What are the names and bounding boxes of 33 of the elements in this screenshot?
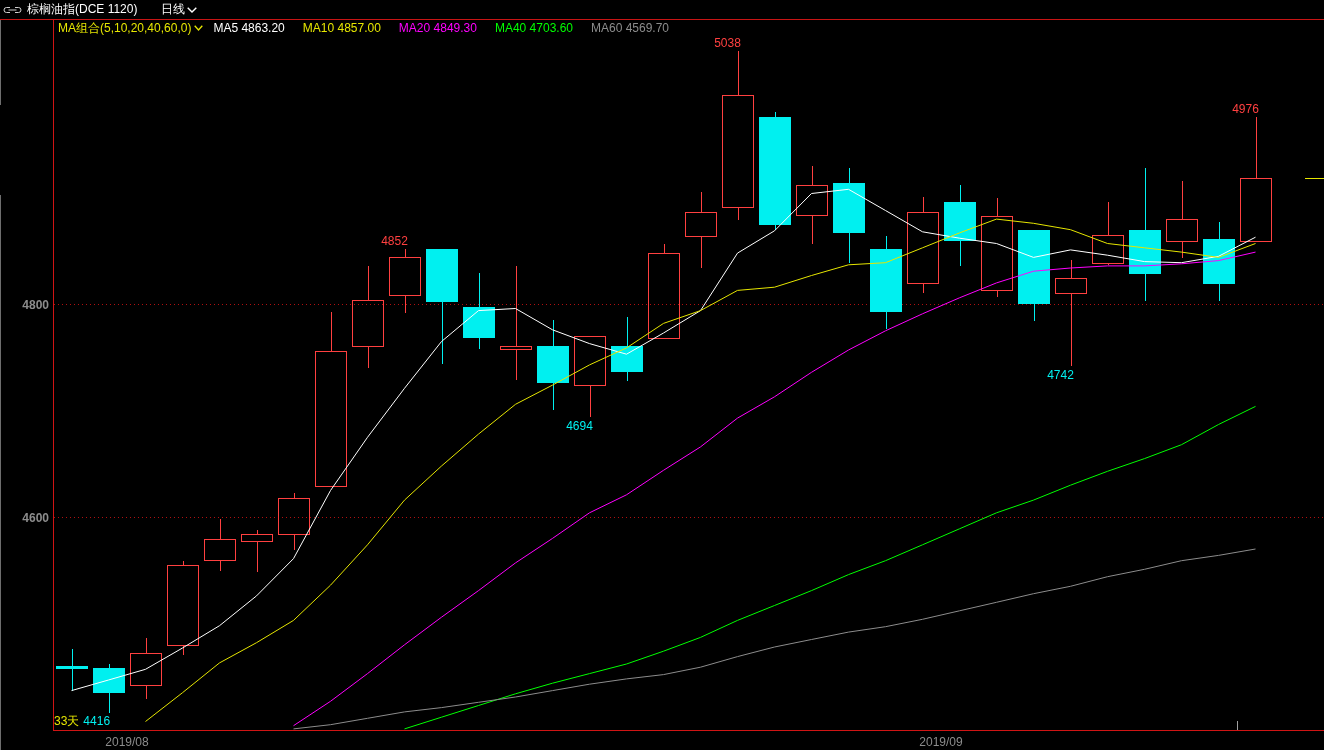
date-axis-label: 2019/09 <box>919 735 963 749</box>
link-icon[interactable] <box>3 5 22 14</box>
moving-average-value: MA20 4849.30 <box>398 21 477 35</box>
high-price-label: 4976 <box>1232 101 1259 116</box>
moving-average-value: MA5 4863.20 <box>213 21 285 35</box>
period-dropdown[interactable]: 日线 <box>161 1 198 18</box>
low-price-label: 4694 <box>566 419 593 434</box>
period-low-label: 4416 <box>83 714 111 728</box>
moving-average-value: MA40 4703.60 <box>494 21 573 35</box>
candlestick <box>204 518 236 572</box>
candlestick <box>389 248 421 314</box>
period-days-label: 33天 <box>54 714 80 728</box>
candlestick <box>241 529 273 573</box>
high-price-label: 5038 <box>714 35 741 50</box>
date-axis-label: 2019/08 <box>105 735 149 749</box>
candlestick <box>1092 201 1124 266</box>
chevron-down-icon <box>194 25 204 31</box>
last-price-line <box>1304 178 1324 179</box>
candlestick <box>611 316 643 382</box>
candlestick <box>130 637 162 700</box>
indicator-dropdown[interactable]: MA组合(5,10,20,40,60,0) <box>58 21 204 35</box>
candlestick <box>93 663 125 714</box>
moving-average-value: MA60 4569.70 <box>591 21 670 35</box>
instrument-title: 棕榈油指(DCE 1120) <box>27 1 138 18</box>
high-price-label: 4852 <box>381 233 408 248</box>
chevron-down-icon <box>187 6 198 13</box>
candlestick <box>278 492 310 551</box>
y-axis-label: 4800 <box>22 298 49 312</box>
y-axis-label: 4600 <box>22 511 49 525</box>
candlestick <box>56 648 88 692</box>
moving-average-value: MA10 4857.00 <box>302 21 381 35</box>
tick-mark-icon <box>1237 721 1238 730</box>
low-price-label: 4742 <box>1047 367 1074 382</box>
